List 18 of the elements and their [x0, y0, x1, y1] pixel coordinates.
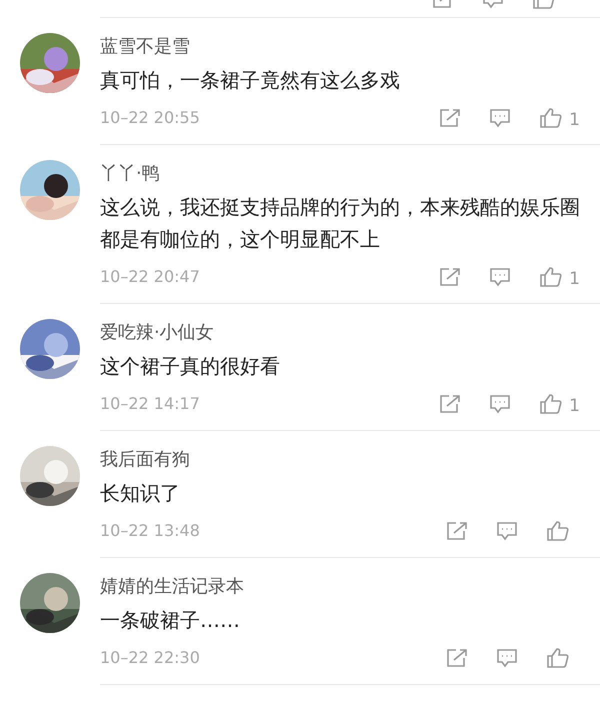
- comment-text: 长知识了: [100, 480, 181, 507]
- like-count: 1: [569, 271, 580, 288]
- comment-time: 10–22 13:48: [100, 520, 200, 542]
- like-count: 1: [569, 112, 580, 129]
- comment-text: 这么说，我还挺支持品牌的行为的，本来残酷的娱乐圈都是有咖位的，这个明显配不上: [100, 194, 580, 253]
- comment-time: 10–22 14:17: [100, 393, 200, 415]
- commenter-name[interactable]: 我后面有狗: [100, 447, 580, 473]
- comment-time: 10–22 20:55: [100, 107, 200, 129]
- commenter-name[interactable]: 婧婧的生活记录本: [100, 574, 580, 600]
- comment-time: 10–22 22:30: [100, 647, 200, 669]
- comment-time: 10–22 20:47: [100, 266, 200, 288]
- comment-text: 这个裙子真的很好看: [100, 353, 281, 380]
- commenter-name[interactable]: 丫丫·鸭: [100, 161, 580, 187]
- comment-text: 真可怕，一条裙子竟然有这么多戏: [100, 67, 401, 94]
- like-count: 1: [569, 398, 580, 415]
- commenter-name[interactable]: 爱吃辣·小仙女: [100, 320, 580, 346]
- commenter-name[interactable]: 蓝雪不是雪: [100, 34, 580, 60]
- comment-text: 一条破裙子……: [100, 607, 241, 634]
